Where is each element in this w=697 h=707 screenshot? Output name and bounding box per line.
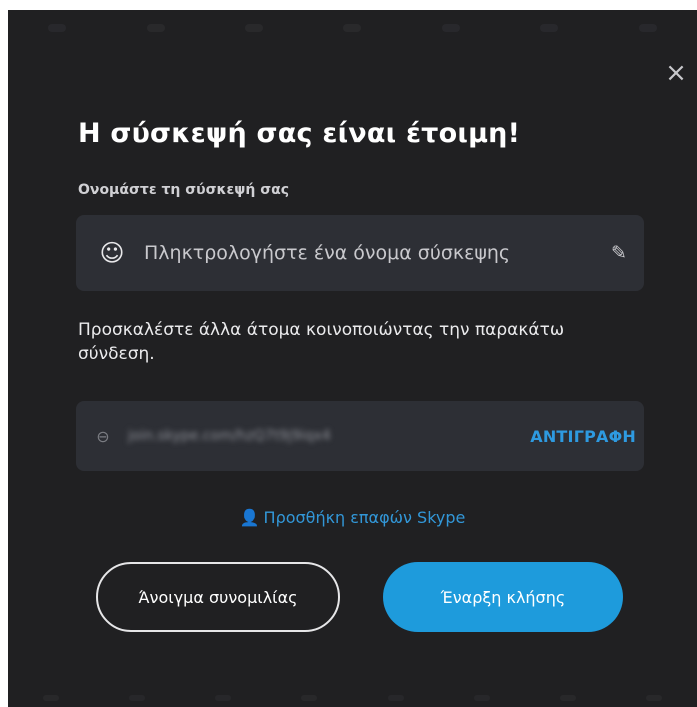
invite-link-url: join.skype.com/hzQ7t9j9iqx4: [128, 428, 331, 444]
invite-instructions: Προσκαλέστε άλλα άτομα κοινοποιώντας την…: [78, 320, 565, 364]
add-contacts-label: Προσθήκη επαφών Skype: [263, 508, 466, 527]
background-toolbar-strip: [8, 24, 697, 38]
pencil-icon: ✎: [611, 242, 627, 264]
add-skype-contacts-link[interactable]: 👤 Προσθήκη επαφών Skype: [8, 508, 697, 527]
invite-link-box: ⊖ join.skype.com/hzQ7t9j9iqx4 ΑΝΤΙΓΡΑΦΗ: [76, 401, 644, 471]
meeting-ready-dialog: × Η σύσκεψή σας είναι έτοιμη! Ονομάστε τ…: [8, 10, 697, 707]
open-chat-button[interactable]: Άνοιγμα συνομιλίας: [96, 562, 340, 632]
link-icon: ⊖: [96, 426, 110, 446]
background-bottom-strip: [8, 695, 697, 705]
meeting-name-field[interactable]: ☺ ✎: [76, 215, 644, 291]
close-icon[interactable]: ×: [663, 60, 689, 86]
add-contact-icon: 👤: [239, 508, 260, 527]
meeting-name-input[interactable]: [142, 241, 608, 265]
dialog-title: Η σύσκεψή σας είναι έτοιμη!: [78, 118, 521, 149]
copy-link-button[interactable]: ΑΝΤΙΓΡΑΦΗ: [524, 426, 642, 447]
meeting-name-label: Ονομάστε τη σύσκεψή σας: [78, 182, 290, 198]
start-call-button[interactable]: Έναρξη κλήσης: [383, 562, 623, 632]
emoji-icon[interactable]: ☺: [98, 239, 126, 267]
